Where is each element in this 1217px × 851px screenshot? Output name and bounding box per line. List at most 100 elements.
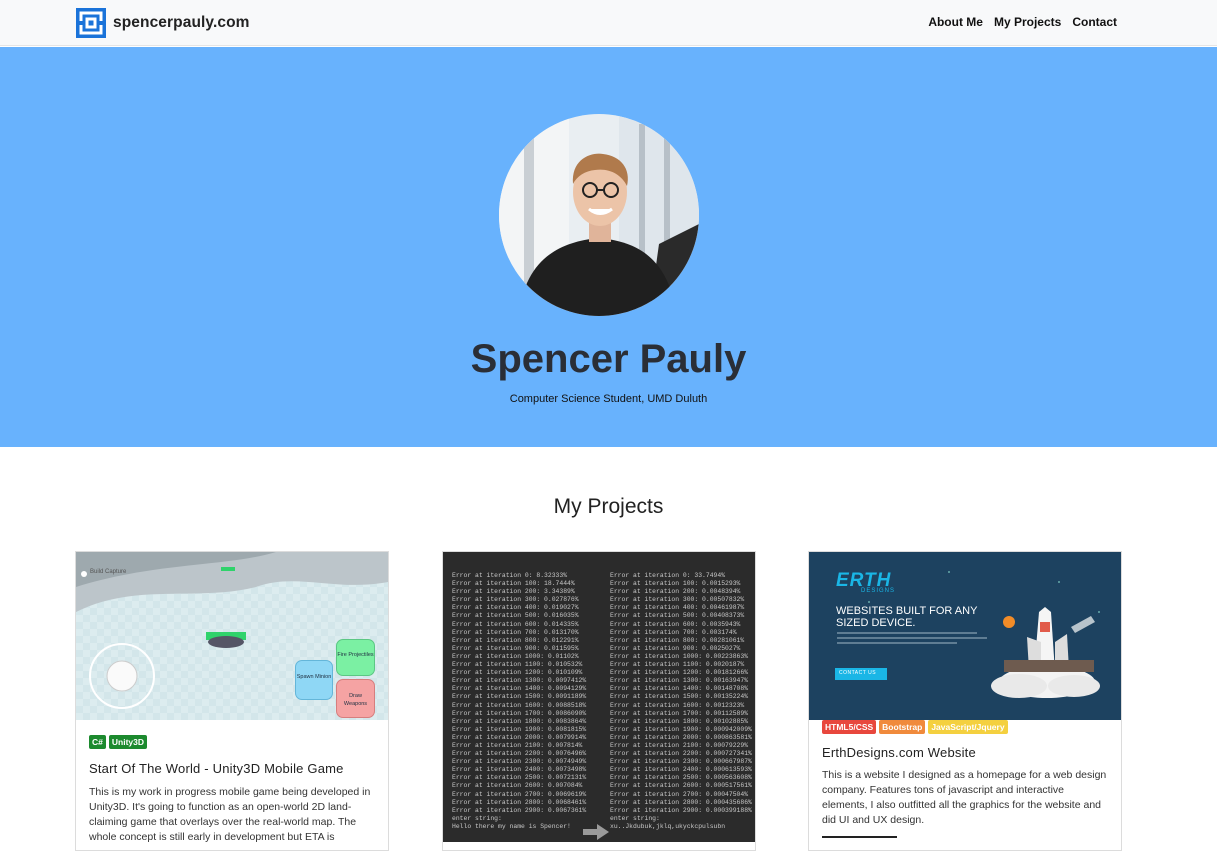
console-line: Error at iteration 1200: 0.00181266% (610, 669, 749, 677)
console-line: Error at iteration 2900: 0.000399188% (610, 806, 752, 814)
badge-bootstrap: Bootstrap (879, 720, 926, 734)
draw-weapons-label: Draw Weapons (343, 693, 368, 707)
badge-html5-css: HTML5/CSS (822, 720, 877, 734)
spawn-minion-button: Spawn Minion (295, 660, 333, 700)
console-line: Error at iteration 300: 0.027876% (452, 596, 579, 604)
console-line: Error at iteration 2500: 0.0072131% (452, 774, 587, 782)
nav-my-projects[interactable]: My Projects (994, 15, 1061, 29)
tech-badges: HTML5/CSS Bootstrap JavaScript/Jquery (822, 720, 1008, 734)
project-card[interactable]: ERTH DESIGNS WEBSITES BUILT FOR ANY SIZE… (808, 551, 1122, 851)
console-line: Error at iteration 1700: 0.0086090% (452, 709, 587, 717)
console-line: Error at iteration 2300: 0.000667987% (610, 758, 752, 766)
console-line: xu..Jkdubuk,jklq,ukyckcpulsubn (610, 822, 726, 830)
console-line: Error at iteration 2700: 0.0069619% (452, 790, 587, 798)
project-image: Error at iteration 0: 8.32333% Error at i… (443, 552, 755, 842)
project-image: ERTH DESIGNS WEBSITES BUILT FOR ANY SIZE… (809, 552, 1121, 720)
fire-projectiles-label: Fire Projectiles (337, 652, 374, 658)
console-output-left: Error at iteration 0: 8.32333% Error at i… (452, 572, 586, 831)
console-line: Error at iteration 500: 0.00408373% (610, 612, 745, 620)
nav-links: About Me My Projects Contact (928, 15, 1117, 29)
console-line: Error at iteration 1400: 0.00148708% (610, 685, 749, 693)
nav-about-me[interactable]: About Me (928, 15, 983, 29)
console-line: Error at iteration 1600: 0.0088518% (452, 701, 587, 709)
console-line: Error at iteration 200: 3.34389% (452, 588, 575, 596)
console-line: Error at iteration 1100: 0.0020187% (610, 661, 745, 669)
console-line: Error at iteration 2200: 0.0076496% (452, 750, 587, 758)
console-line: Error at iteration 1900: 0.0081815% (452, 725, 587, 733)
console-line: Error at iteration 2800: 0.0068461% (452, 798, 587, 806)
console-line: Error at iteration 100: 0.0015293% (610, 580, 741, 588)
console-line: Error at iteration 2300: 0.0074949% (452, 758, 587, 766)
console-line: Error at iteration 600: 0.0035943% (610, 620, 741, 628)
console-line: Error at iteration 2600: 0.000517561% (610, 782, 752, 790)
erth-logo-sub: DESIGNS (861, 588, 896, 594)
console-line: Error at iteration 2000: 0.000863581% (610, 733, 752, 741)
brand-link[interactable]: spencerpauly.com (76, 8, 250, 38)
console-line: Error at iteration 2100: 0.007814% (452, 741, 583, 749)
badge-javascript-jquery: JavaScript/Jquery (928, 720, 1008, 734)
console-line: Error at iteration 300: 0.00507832% (610, 596, 745, 604)
project-title: ErthDesigns.com Website (822, 745, 976, 760)
console-line: Error at iteration 2400: 0.000613593% (610, 766, 752, 774)
project-title: Start Of The World - Unity3D Mobile Game (89, 761, 344, 776)
navbar: spencerpauly.com About Me My Projects Co… (0, 0, 1217, 46)
console-line: Error at iteration 100: 18.7444% (452, 580, 575, 588)
console-line: Error at iteration 2700: 0.00047504% (610, 790, 749, 798)
logo-icon (76, 8, 106, 38)
hero-name: Spencer Pauly (470, 337, 747, 381)
console-line: Error at iteration 1900: 0.000942009% (610, 725, 752, 733)
console-line: Error at iteration 1400: 0.0094129% (452, 685, 587, 693)
console-line: Hello there my name is Spencer! (452, 822, 571, 830)
console-line: Error at iteration 700: 0.013170% (452, 628, 579, 636)
console-line: Error at iteration 400: 0.00461987% (610, 604, 745, 612)
build-capture-label: Build Capture (90, 569, 127, 575)
console-output-right: Error at iteration 0: 33.7494% Error at i… (610, 572, 752, 831)
erth-cta-label: CONTACT US (839, 670, 877, 676)
console-line: Error at iteration 1200: 0.010109% (452, 669, 583, 677)
hero-section: Spencer Pauly Computer Science Student, … (0, 47, 1217, 447)
console-line: Error at iteration 1300: 0.0097412% (452, 677, 587, 685)
console-line: Error at iteration 700: 0.003174% (610, 628, 737, 636)
console-line: Error at iteration 1500: 0.00135224% (610, 693, 749, 701)
console-line: Error at iteration 900: 0.011595% (452, 644, 579, 652)
console-line: Error at iteration 1500: 0.0091189% (452, 693, 587, 701)
console-line: Error at iteration 1800: 0.0083864% (452, 717, 587, 725)
console-line: Error at iteration 2200: 0.000727341% (610, 750, 752, 758)
console-line: Error at iteration 500: 0.016035% (452, 612, 579, 620)
project-card[interactable]: Build Capture Fire Projectiles Spawn Min… (75, 551, 389, 851)
console-line: Error at iteration 1300: 0.00163947% (610, 677, 749, 685)
erth-headline: WEBSITES BUILT FOR ANY SIZED DEVICE. (836, 605, 978, 629)
hero-subtitle: Computer Science Student, UMD Duluth (509, 393, 708, 405)
draw-weapons-button: Draw Weapons (336, 679, 375, 718)
console-line: Error at iteration 2400: 0.0073498% (452, 766, 587, 774)
profile-photo (499, 114, 699, 316)
console-line: Error at iteration 2500: 0.000563608% (610, 774, 752, 782)
spawn-minion-label: Spawn Minion (296, 674, 332, 680)
badge-unity3d: Unity3D (108, 735, 147, 749)
console-line: Error at iteration 600: 0.014335% (452, 620, 579, 628)
console-line: Error at iteration 2100: 0.00079229% (610, 741, 749, 749)
console-line: Error at iteration 2800: 0.000435686% (610, 798, 752, 806)
console-line: Error at iteration 900: 0.0025027% (610, 644, 741, 652)
project-card[interactable]: Error at iteration 0: 8.32333% Error at i… (442, 551, 756, 851)
console-line: Error at iteration 2600: 0.007084% (452, 782, 583, 790)
console-line: enter string: (452, 814, 502, 822)
console-line: Error at iteration 2900: 0.0067361% (452, 806, 587, 814)
project-description: This is a website I designed as a homepa… (822, 769, 1107, 826)
console-line: Error at iteration 200: 0.0048394% (610, 588, 741, 596)
project-image: Build Capture Fire Projectiles Spawn Min… (76, 552, 388, 720)
console-line: Error at iteration 800: 0.012291% (452, 636, 579, 644)
console-line: Error at iteration 0: 8.32333% (452, 572, 568, 579)
console-line: Error at iteration 2000: 0.0079914% (452, 733, 587, 741)
projects-heading: My Projects (553, 495, 664, 518)
brand-name: spencerpauly.com (113, 14, 250, 31)
console-line: Error at iteration 1600: 0.0012323% (610, 701, 745, 709)
console-line: Error at iteration 1700: 0.00112589% (610, 709, 749, 717)
badge-csharp: C# (89, 735, 106, 749)
console-line: Error at iteration 400: 0.019027% (452, 604, 579, 612)
console-line: Error at iteration 0: 33.7494% (610, 572, 726, 579)
nav-contact[interactable]: Contact (1072, 15, 1117, 29)
console-line: enter string: (610, 814, 660, 822)
tech-badges: C# Unity3D (89, 735, 147, 749)
console-line: Error at iteration 1100: 0.010532% (452, 661, 583, 669)
